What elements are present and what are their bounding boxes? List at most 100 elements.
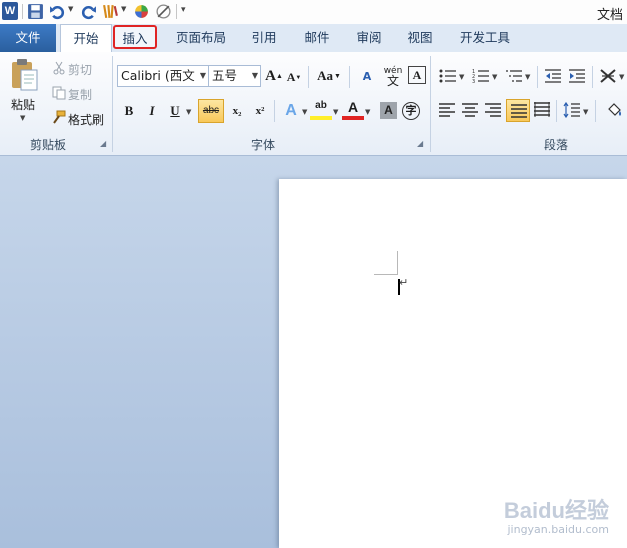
font-launcher-icon[interactable]: ◢ [417, 139, 426, 148]
tab-references[interactable]: 引用 [244, 24, 284, 52]
font-name-value: Calibri (西文 [121, 68, 195, 83]
font-color-dropdown-icon[interactable]: ▼ [365, 108, 370, 116]
font-color-button[interactable]: A [342, 98, 364, 120]
font-size-select[interactable]: 五号 ▼ [208, 65, 261, 87]
font-name-dropdown-icon: ▼ [199, 71, 206, 80]
change-case-button[interactable]: Aa ▼ [316, 66, 342, 86]
ribbon-tab-bar: 文件 开始 插入 页面布局 引用 邮件 审阅 视图 开发工具 [0, 24, 627, 54]
tab-page-layout[interactable]: 页面布局 [167, 24, 235, 52]
line-spacing-dropdown-icon[interactable]: ▼ [583, 108, 588, 116]
align-left-icon[interactable] [439, 103, 455, 117]
font-group-label: 字体 [250, 138, 275, 152]
clipboard-group-label: 剪贴板 [29, 138, 66, 152]
ribbon-home: 粘贴 ▼ 剪切 复制 格式刷 剪贴板 ◢ Calibri (西文 ▼ 五号 ▼ … [0, 52, 627, 156]
undo-icon[interactable] [49, 3, 66, 20]
format-painter-brush-icon[interactable] [51, 110, 66, 125]
quick-access-toolbar: W ▼ ▼ ▾ 文档 [0, 0, 627, 25]
highlight-button[interactable]: ab [310, 98, 332, 120]
format-painter-dropdown-icon[interactable]: ▼ [121, 5, 126, 13]
phonetic-guide-button[interactable]: wén 文 [381, 64, 405, 88]
line-spacing-icon[interactable] [563, 102, 581, 118]
font-size-dropdown-icon: ▼ [251, 71, 258, 80]
underline-button[interactable]: U [164, 100, 186, 122]
subscript-button[interactable]: x₂ [226, 100, 248, 122]
grow-font-button[interactable]: A ▲ [265, 66, 283, 86]
tab-view[interactable]: 视图 [399, 24, 441, 52]
font-name-select[interactable]: Calibri (西文 ▼ [117, 65, 209, 87]
multilevel-dropdown-icon[interactable]: ▼ [525, 73, 530, 81]
chinese-layout-icon[interactable] [599, 67, 617, 85]
qat-divider [176, 4, 177, 19]
tab-mailings[interactable]: 邮件 [296, 24, 338, 52]
cut-icon[interactable] [52, 61, 66, 75]
text-effect-dropdown-icon[interactable]: ▼ [302, 108, 307, 116]
divider [349, 66, 350, 88]
tab-review[interactable]: 审阅 [348, 24, 390, 52]
decrease-indent-icon[interactable] [544, 68, 562, 84]
chinese-layout-dropdown-icon[interactable]: ▼ [619, 73, 624, 81]
divider [537, 66, 538, 88]
format-painter-label[interactable]: 格式刷 [68, 111, 104, 128]
justify-icon [511, 104, 527, 118]
copy-label[interactable]: 复制 [68, 86, 92, 103]
qat-divider [22, 4, 23, 19]
increase-indent-icon[interactable] [568, 68, 586, 84]
paragraph-group-label: 段落 [543, 138, 568, 152]
shrink-font-button[interactable]: A ▼ [286, 69, 302, 86]
numbering-dropdown-icon[interactable]: ▼ [492, 73, 497, 81]
margin-corner-mark [374, 251, 398, 275]
enclose-characters-button[interactable]: 字 [402, 102, 420, 120]
undo-dropdown-icon[interactable]: ▼ [68, 5, 73, 13]
justify-button[interactable] [506, 99, 530, 122]
clipboard-launcher-icon[interactable]: ◢ [100, 139, 109, 148]
redo-icon[interactable] [80, 3, 97, 20]
superscript-button[interactable]: x² [249, 100, 271, 122]
strikethrough-button[interactable]: abc [198, 99, 224, 123]
paste-label[interactable]: 粘贴 [11, 96, 35, 113]
character-border-button[interactable]: A [408, 66, 426, 84]
bullets-icon[interactable] [439, 68, 457, 84]
svg-text:3: 3 [472, 79, 475, 84]
font-size-value: 五号 [212, 68, 238, 83]
tab-insert[interactable]: 插入 [113, 25, 157, 49]
numbering-icon[interactable]: 123 [472, 68, 490, 84]
paste-icon[interactable] [9, 58, 39, 92]
align-right-icon[interactable] [485, 103, 501, 117]
save-icon[interactable] [27, 3, 44, 20]
bold-button[interactable]: B [118, 100, 140, 122]
color-icon[interactable] [133, 3, 150, 20]
tab-file[interactable]: 文件 [0, 24, 56, 52]
shading-bucket-icon[interactable] [605, 101, 623, 119]
divider [592, 66, 593, 88]
word-app-icon[interactable]: W [2, 2, 18, 20]
paragraph-mark-icon: ↵ [399, 276, 409, 289]
clear-formatting-button[interactable]: A [357, 66, 377, 86]
format-painter-icon[interactable] [102, 3, 119, 20]
distributed-icon[interactable] [534, 102, 550, 118]
watermark-logo: Baidu经验 [503, 498, 609, 523]
tab-home[interactable]: 开始 [60, 24, 112, 54]
underline-dropdown-icon[interactable]: ▼ [186, 108, 191, 116]
cut-label[interactable]: 剪切 [68, 61, 92, 78]
customize-icon[interactable]: ▾ [181, 5, 186, 15]
watermark: Baidu经验 jingyan.baidu.com [504, 493, 609, 536]
tab-developer[interactable]: 开发工具 [452, 24, 518, 52]
font-group: Calibri (西文 ▼ 五号 ▼ A ▲ A ▼ Aa ▼ A wén 文 A B … [113, 52, 430, 155]
text-effect-button[interactable]: A [280, 100, 302, 122]
brush-icon[interactable] [155, 3, 172, 20]
divider [274, 100, 275, 122]
window-title: 文档 [596, 8, 623, 23]
highlight-dropdown-icon[interactable]: ▼ [333, 108, 338, 116]
italic-button[interactable]: I [141, 100, 163, 122]
paste-dropdown-icon[interactable]: ▼ [20, 114, 25, 122]
divider [595, 100, 596, 122]
align-center-icon[interactable] [462, 103, 478, 117]
bullets-dropdown-icon[interactable]: ▼ [459, 73, 464, 81]
multilevel-list-icon[interactable] [505, 68, 523, 84]
document-workspace: ↵ [0, 156, 627, 548]
copy-icon[interactable] [52, 86, 66, 100]
clipboard-group: 粘贴 ▼ 剪切 复制 格式刷 剪贴板 ◢ [0, 52, 112, 155]
character-shading-button[interactable]: A [380, 102, 397, 119]
divider [308, 66, 309, 88]
divider [556, 100, 557, 122]
